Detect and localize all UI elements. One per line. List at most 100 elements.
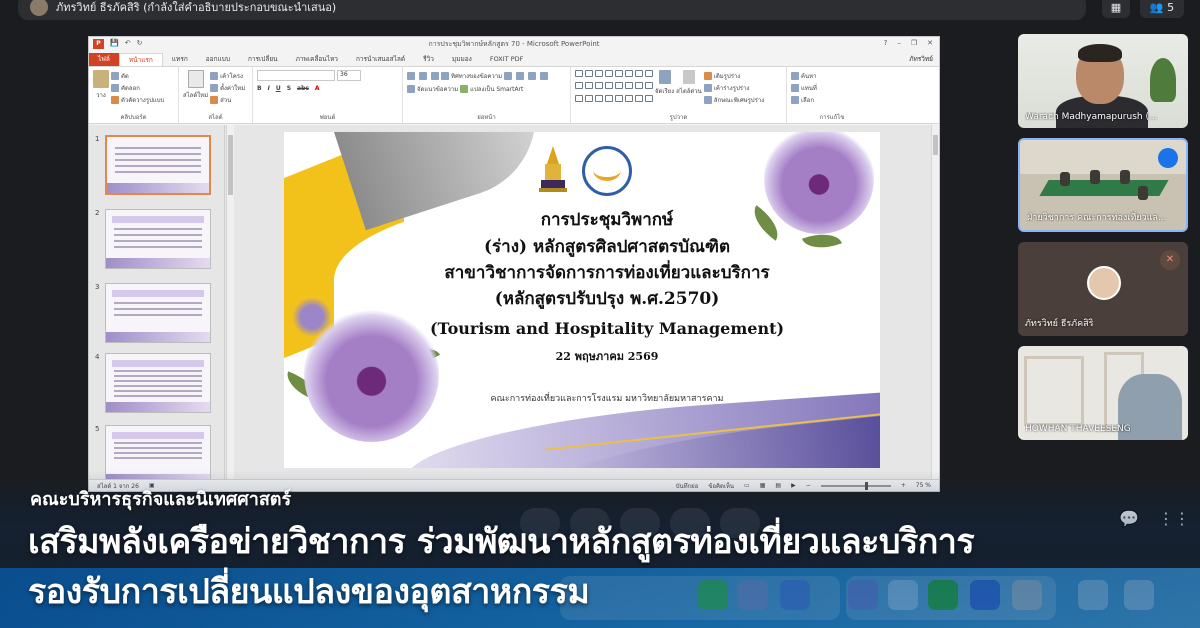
- select-button[interactable]: เลือก: [791, 94, 817, 105]
- reading-view-icon[interactable]: ▤: [775, 482, 781, 489]
- slide-thumbnail-4[interactable]: [105, 353, 211, 413]
- slide-faculty: คณะการท่องเที่ยวและการโรงแรม มหาวิทยาลัย…: [490, 394, 724, 404]
- slideshow-view-icon[interactable]: ▶: [791, 482, 796, 489]
- slide-scrollbar[interactable]: [931, 125, 939, 479]
- zoom-in-icon[interactable]: +: [901, 482, 906, 489]
- restore-icon[interactable]: ❐: [911, 39, 917, 47]
- new-slide-button[interactable]: สไลด์ใหม่: [183, 70, 208, 104]
- tab-foxit-pdf[interactable]: FOXIT PDF: [481, 53, 533, 66]
- shape-effects-button[interactable]: ลักษณะพิเศษรูปร่าง: [703, 94, 764, 105]
- current-slide[interactable]: การประชุมวิพากษ์ (ร่าง) หลักสูตรศิลปศาสต…: [284, 132, 880, 468]
- close-icon[interactable]: ✕: [927, 39, 933, 47]
- facetime-app-icon[interactable]: [698, 580, 728, 610]
- slide-thumbnail-1[interactable]: [105, 135, 211, 195]
- arrange-icon: [658, 70, 671, 84]
- align-text-button[interactable]: จัดแนวข้อความ: [407, 83, 458, 94]
- tab-review[interactable]: รีวิว: [414, 53, 443, 66]
- bullets-icon[interactable]: [407, 71, 415, 80]
- shape-outline-button[interactable]: เค้าร่างรูปร่าง: [703, 82, 764, 93]
- chat-icon[interactable]: 💬: [1118, 508, 1140, 530]
- copy-button[interactable]: คัดลอก: [111, 82, 164, 93]
- tab-view[interactable]: มุมมอง: [443, 53, 481, 66]
- shape-fill-button[interactable]: เติมรูปร่าง: [703, 70, 764, 81]
- presenter-avatar: [30, 0, 48, 16]
- undo-icon[interactable]: ↶: [125, 39, 131, 49]
- participant-name: Warach Madhyamapurush (...: [1025, 112, 1158, 122]
- effects-icon: [703, 95, 712, 104]
- strikethrough-icon[interactable]: abc: [297, 85, 309, 92]
- shapes-gallery[interactable]: [575, 70, 653, 105]
- tab-insert[interactable]: แทรก: [163, 53, 197, 66]
- align-right-icon[interactable]: [528, 71, 537, 80]
- find-label: ค้นหา: [801, 72, 817, 80]
- settings-app-icon[interactable]: [1012, 580, 1042, 610]
- cut-button[interactable]: ตัด: [111, 70, 164, 81]
- notes-button[interactable]: บันทึกย่อ: [676, 481, 699, 491]
- tab-animations[interactable]: ภาพเคลื่อนไหว: [287, 53, 347, 66]
- indent-icon[interactable]: [431, 71, 439, 80]
- quick-styles-button[interactable]: สไตล์ด่วน: [676, 70, 702, 104]
- signed-in-user[interactable]: ภัทรวิทย์: [909, 54, 933, 64]
- find-button[interactable]: ค้นหา: [791, 70, 817, 81]
- help-icon[interactable]: ?: [884, 39, 888, 47]
- participant-hair: [1078, 44, 1122, 62]
- smartart-button[interactable]: แปลงเป็น SmartArt: [460, 83, 523, 94]
- bold-icon[interactable]: B: [257, 85, 262, 92]
- contacts-app-icon[interactable]: [738, 580, 768, 610]
- trash-icon[interactable]: [1124, 580, 1154, 610]
- layout-icon[interactable]: ▦: [1102, 0, 1130, 18]
- participant-tile-3[interactable]: ✕ ภัทรวิทย์ ธีรภัคสิริ: [1018, 242, 1188, 336]
- tab-home[interactable]: หน้าแรก: [118, 53, 163, 66]
- participant-avatar: [1087, 266, 1121, 300]
- save-icon[interactable]: 💾: [110, 39, 119, 49]
- arrange-button[interactable]: จัดเรียง: [655, 70, 674, 104]
- section-button[interactable]: ส่วน: [210, 94, 245, 105]
- participant-name: ฝ่ายวิชาการ คณะการท่องเที่ยวแล...: [1027, 213, 1167, 223]
- redo-icon[interactable]: ↻: [137, 39, 143, 49]
- paste-button[interactable]: วาง: [93, 70, 109, 104]
- sorter-view-icon[interactable]: ▦: [760, 482, 766, 489]
- normal-view-icon[interactable]: ▭: [744, 482, 750, 489]
- slide-title-line4: (หลักสูตรปรับปรุง พ.ศ.2570): [494, 289, 720, 309]
- participant-tile-2[interactable]: ฝ่ายวิชาการ คณะการท่องเที่ยวแล...: [1018, 138, 1188, 232]
- participant-tile-1[interactable]: Warach Madhyamapurush (...: [1018, 34, 1188, 128]
- file-icon[interactable]: [1078, 580, 1108, 610]
- zoom-slider[interactable]: [820, 481, 891, 490]
- replace-button[interactable]: แทนที่: [791, 82, 817, 93]
- participants-button[interactable]: 👥 5: [1140, 0, 1184, 18]
- font-size-box[interactable]: 36: [337, 70, 361, 81]
- copilot-app-icon[interactable]: [848, 580, 878, 610]
- comments-button[interactable]: ข้อคิดเห็น: [708, 481, 734, 491]
- tab-file[interactable]: ไฟล์: [89, 53, 119, 66]
- apps-grid-icon[interactable]: ⋮⋮: [1158, 508, 1190, 530]
- word-app-icon[interactable]: [970, 580, 1000, 610]
- slide-thumbnail-5[interactable]: [105, 425, 211, 485]
- shadow-icon[interactable]: S: [287, 85, 291, 92]
- layout-button[interactable]: เค้าโครง: [210, 70, 245, 81]
- reset-button[interactable]: ตั้งค่าใหม่: [210, 82, 245, 93]
- font-name-box[interactable]: [257, 70, 335, 81]
- text-direction-button[interactable]: ทิศทางของข้อความ: [441, 70, 502, 81]
- paragraph-group-label: ย่อหน้า: [477, 114, 496, 121]
- participant-tile-4[interactable]: HOWHAN THAVEESENG: [1018, 346, 1188, 440]
- italic-icon[interactable]: I: [268, 85, 270, 92]
- zoom-level[interactable]: 75 %: [916, 482, 931, 489]
- minimize-icon[interactable]: –: [897, 39, 901, 47]
- slide-thumbnail-3[interactable]: [105, 283, 211, 343]
- justify-icon[interactable]: [540, 71, 549, 80]
- excel-app-icon[interactable]: [928, 580, 958, 610]
- tab-design[interactable]: ออกแบบ: [197, 53, 239, 66]
- tab-transitions[interactable]: การเปลี่ยน: [239, 53, 287, 66]
- database-app-icon[interactable]: [780, 580, 810, 610]
- chatgpt-app-icon[interactable]: [888, 580, 918, 610]
- align-center-icon[interactable]: [516, 71, 525, 80]
- slide-thumbnail-2[interactable]: [105, 209, 211, 269]
- underline-icon[interactable]: U: [276, 85, 281, 92]
- thumbnail-scrollbar[interactable]: [226, 125, 234, 479]
- align-left-icon[interactable]: [504, 71, 513, 80]
- zoom-out-icon[interactable]: −: [806, 482, 811, 489]
- numbering-icon[interactable]: [419, 71, 427, 80]
- tab-slideshow[interactable]: การนำเสนอสไลด์: [347, 53, 414, 66]
- format-painter-button[interactable]: ตัวคัดวางรูปแบบ: [111, 94, 164, 105]
- font-color-icon[interactable]: A: [315, 85, 320, 92]
